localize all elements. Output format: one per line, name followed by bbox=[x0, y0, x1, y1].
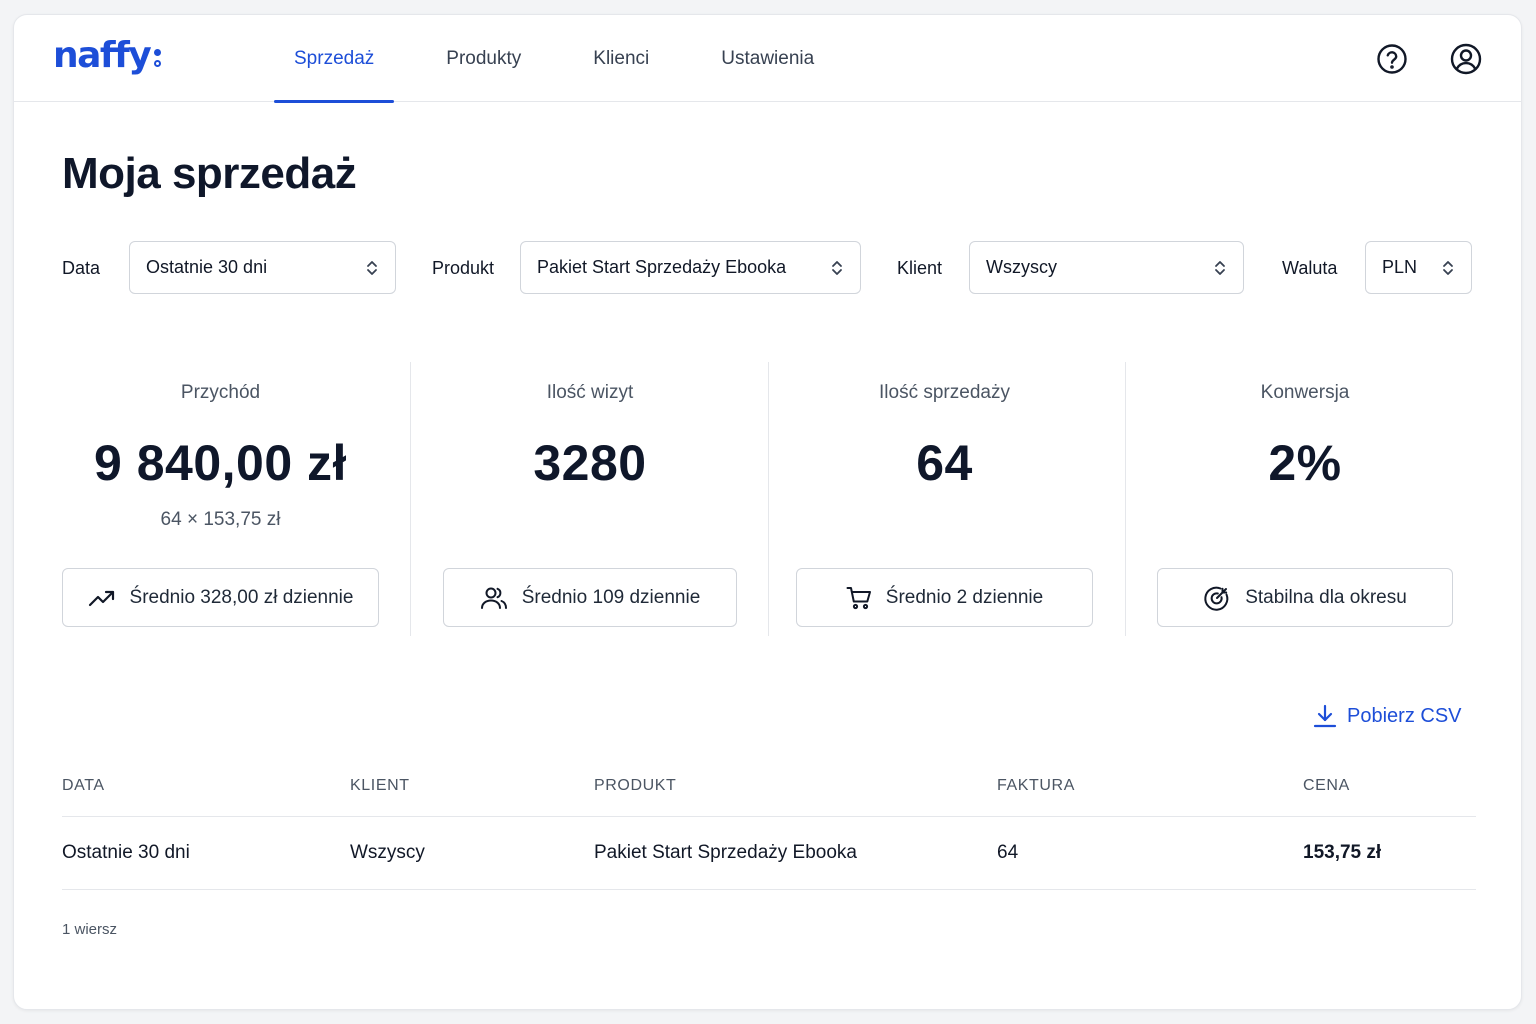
stat-sales-label: Ilość sprzedaży bbox=[879, 382, 1010, 403]
currency-select[interactable]: PLN bbox=[1365, 241, 1472, 294]
table-row-divider bbox=[62, 889, 1476, 890]
stat-visits-note: Średnio 109 dziennie bbox=[443, 568, 737, 627]
page-title: Moja sprzedaż bbox=[62, 149, 357, 198]
stat-sales-value: 64 bbox=[916, 435, 973, 491]
cell-faktura: 64 bbox=[997, 842, 1019, 863]
tab-ustawienia-label: Ustawienia bbox=[721, 47, 815, 69]
naffy-logo[interactable]: naffy bbox=[53, 35, 162, 76]
stat-conversion-note-text: Stabilna dla okresu bbox=[1245, 586, 1407, 608]
date-select[interactable]: Ostatnie 30 dni bbox=[129, 241, 396, 294]
tab-produkty[interactable]: Produkty bbox=[426, 15, 541, 102]
chevron-up-down-icon bbox=[367, 260, 377, 275]
tab-sprzedaz[interactable]: Sprzedaż bbox=[274, 15, 395, 103]
stat-conversion: Konwersja 2% Stabilna dla okresu bbox=[1157, 362, 1453, 636]
stat-conversion-label: Konwersja bbox=[1260, 382, 1350, 403]
tab-klienci[interactable]: Klienci bbox=[573, 15, 669, 102]
product-select-value: Pakiet Start Sprzedaży Ebooka bbox=[537, 257, 787, 277]
users-icon bbox=[480, 587, 507, 609]
column-header-faktura[interactable]: FAKTURA bbox=[997, 777, 1075, 795]
main-nav: Sprzedaż Produkty Klienci Ustawienia bbox=[274, 15, 866, 103]
logo-text: naffy bbox=[53, 35, 152, 76]
trending-up-icon bbox=[88, 590, 114, 606]
cell-cena: 153,75 zł bbox=[1303, 842, 1382, 863]
chevron-up-down-icon bbox=[1443, 260, 1453, 275]
tab-ustawienia[interactable]: Ustawienia bbox=[701, 15, 834, 102]
question-circle-icon bbox=[1377, 44, 1407, 74]
stat-divider bbox=[410, 362, 411, 636]
cell-data: Ostatnie 30 dni bbox=[62, 842, 190, 863]
tab-klienci-label: Klienci bbox=[593, 47, 650, 69]
column-header-klient[interactable]: KLIENT bbox=[350, 777, 410, 795]
download-icon bbox=[1313, 704, 1337, 728]
currency-filter-label: Waluta bbox=[1282, 258, 1338, 278]
help-button[interactable] bbox=[1375, 42, 1409, 76]
tab-produkty-label: Produkty bbox=[446, 47, 522, 69]
chevron-up-down-icon bbox=[1215, 260, 1225, 275]
cart-icon bbox=[846, 586, 871, 609]
tab-sprzedaz-label: Sprzedaż bbox=[294, 47, 375, 69]
client-select[interactable]: Wszyscy bbox=[969, 241, 1244, 294]
stat-sales: Ilość sprzedaży 64 Średnio 2 dziennie bbox=[796, 362, 1093, 636]
client-filter-label: Klient bbox=[897, 258, 943, 278]
stat-revenue-note-text: Średnio 328,00 zł dziennie bbox=[129, 586, 354, 608]
logo-dots-icon bbox=[154, 48, 162, 67]
stat-revenue-breakdown: 64 × 153,75 zł bbox=[160, 509, 281, 530]
row-count: 1 wiersz bbox=[62, 921, 118, 938]
date-filter-label: Data bbox=[62, 258, 101, 278]
product-select[interactable]: Pakiet Start Sprzedaży Ebooka bbox=[520, 241, 861, 294]
date-select-value: Ostatnie 30 dni bbox=[146, 257, 268, 277]
user-circle-icon bbox=[1450, 43, 1482, 75]
chevron-up-down-icon bbox=[832, 260, 842, 275]
sales-dashboard-card: naffy Sprzedaż Produkty Klienci Ustawien… bbox=[13, 14, 1522, 1010]
column-header-produkt[interactable]: PRODUKT bbox=[594, 777, 676, 795]
cell-klient: Wszyscy bbox=[350, 842, 425, 863]
client-select-value: Wszyscy bbox=[986, 257, 1057, 277]
target-icon bbox=[1204, 586, 1229, 611]
download-csv-button[interactable]: Pobierz CSV bbox=[1313, 703, 1462, 729]
stat-visits-value: 3280 bbox=[533, 435, 647, 491]
product-filter-label: Produkt bbox=[432, 258, 495, 278]
column-header-cena[interactable]: CENA bbox=[1303, 777, 1350, 795]
stat-conversion-value: 2% bbox=[1268, 435, 1342, 491]
stat-conversion-note: Stabilna dla okresu bbox=[1157, 568, 1453, 627]
user-account-button[interactable] bbox=[1449, 42, 1483, 76]
top-navigation-bar: naffy Sprzedaż Produkty Klienci Ustawien… bbox=[14, 15, 1521, 103]
stat-visits: Ilość wizyt 3280 Średnio 109 dziennie bbox=[443, 362, 737, 636]
stat-revenue: Przychód 9 840,00 zł 64 × 153,75 zł Śred… bbox=[62, 362, 379, 636]
currency-select-value: PLN bbox=[1382, 257, 1418, 277]
stat-visits-label: Ilość wizyt bbox=[546, 382, 634, 403]
column-header-data[interactable]: DATA bbox=[62, 777, 105, 795]
cell-produkt: Pakiet Start Sprzedaży Ebooka bbox=[594, 842, 857, 863]
stat-divider bbox=[768, 362, 769, 636]
stat-sales-note-text: Średnio 2 dziennie bbox=[885, 586, 1044, 608]
stat-revenue-label: Przychód bbox=[180, 382, 261, 403]
stat-divider bbox=[1125, 362, 1126, 636]
stat-sales-note: Średnio 2 dziennie bbox=[796, 568, 1093, 627]
download-csv-label: Pobierz CSV bbox=[1347, 704, 1462, 727]
stat-revenue-value: 9 840,00 zł bbox=[94, 435, 347, 491]
stat-revenue-note: Średnio 328,00 zł dziennie bbox=[62, 568, 379, 627]
table-header-divider bbox=[62, 816, 1476, 817]
stat-visits-note-text: Średnio 109 dziennie bbox=[521, 586, 701, 608]
